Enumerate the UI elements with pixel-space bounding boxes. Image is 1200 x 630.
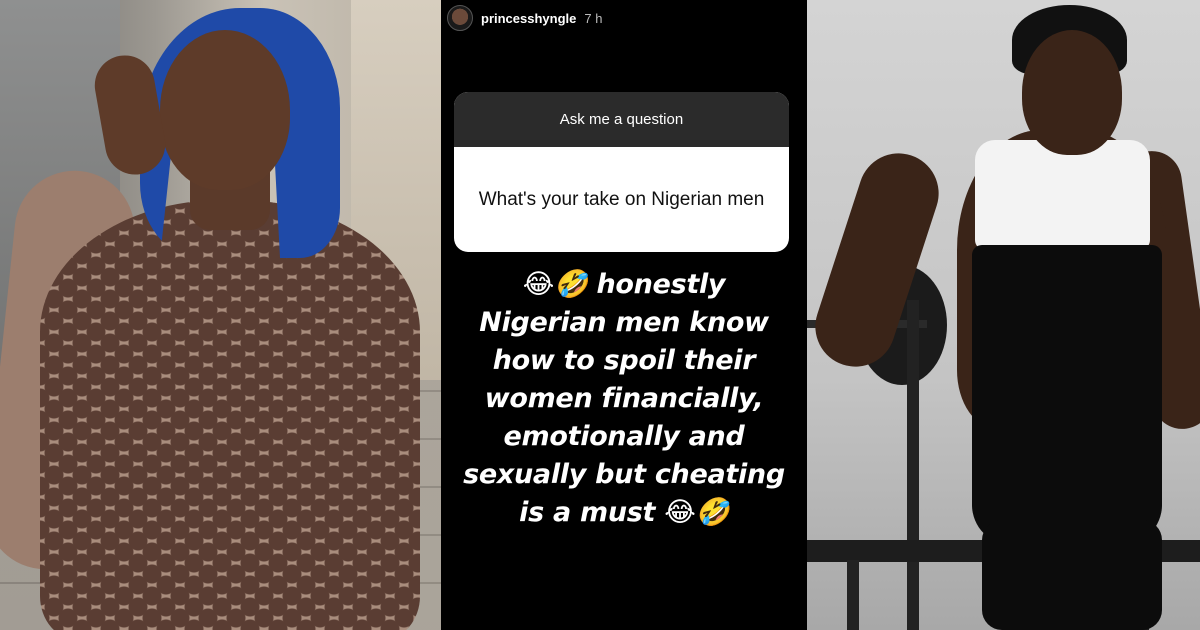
left-photo: [0, 0, 441, 630]
instagram-story: princesshyngle 7 h Ask me a question Wha…: [441, 0, 807, 630]
right-figure-black-shapewear: [972, 245, 1162, 545]
avatar[interactable]: [447, 5, 473, 31]
right-photo: [807, 0, 1200, 630]
right-figure-face: [1022, 30, 1122, 155]
question-sticker-text: What's your take on Nigerian men: [478, 189, 765, 210]
answer-line: 😂🤣 honestly: [522, 269, 726, 300]
right-figure-white-top: [975, 140, 1150, 250]
story-header: princesshyngle 7 h: [441, 0, 807, 36]
answer-line: emotionally and: [503, 421, 745, 452]
question-sticker: Ask me a question What's your take on Ni…: [454, 92, 789, 252]
answer-line: how to spoil their: [492, 345, 756, 376]
answer-line: Nigerian men know: [479, 307, 769, 338]
answer-line: is a must 😂🤣: [519, 497, 729, 528]
bench-post: [907, 300, 919, 630]
story-time: 7 h: [584, 10, 603, 26]
left-figure-face: [160, 30, 290, 190]
story-username[interactable]: princesshyngle: [481, 11, 576, 26]
bench-leg: [847, 560, 859, 630]
right-figure-legs: [982, 520, 1162, 630]
story-answer-text: 😂🤣 honestly Nigerian men know how to spo…: [441, 266, 807, 532]
left-figure-snakeskin-dress: [40, 200, 420, 630]
answer-line: women financially,: [484, 383, 764, 414]
question-sticker-header: Ask me a question: [454, 92, 789, 147]
answer-line: sexually but cheating: [463, 459, 785, 490]
